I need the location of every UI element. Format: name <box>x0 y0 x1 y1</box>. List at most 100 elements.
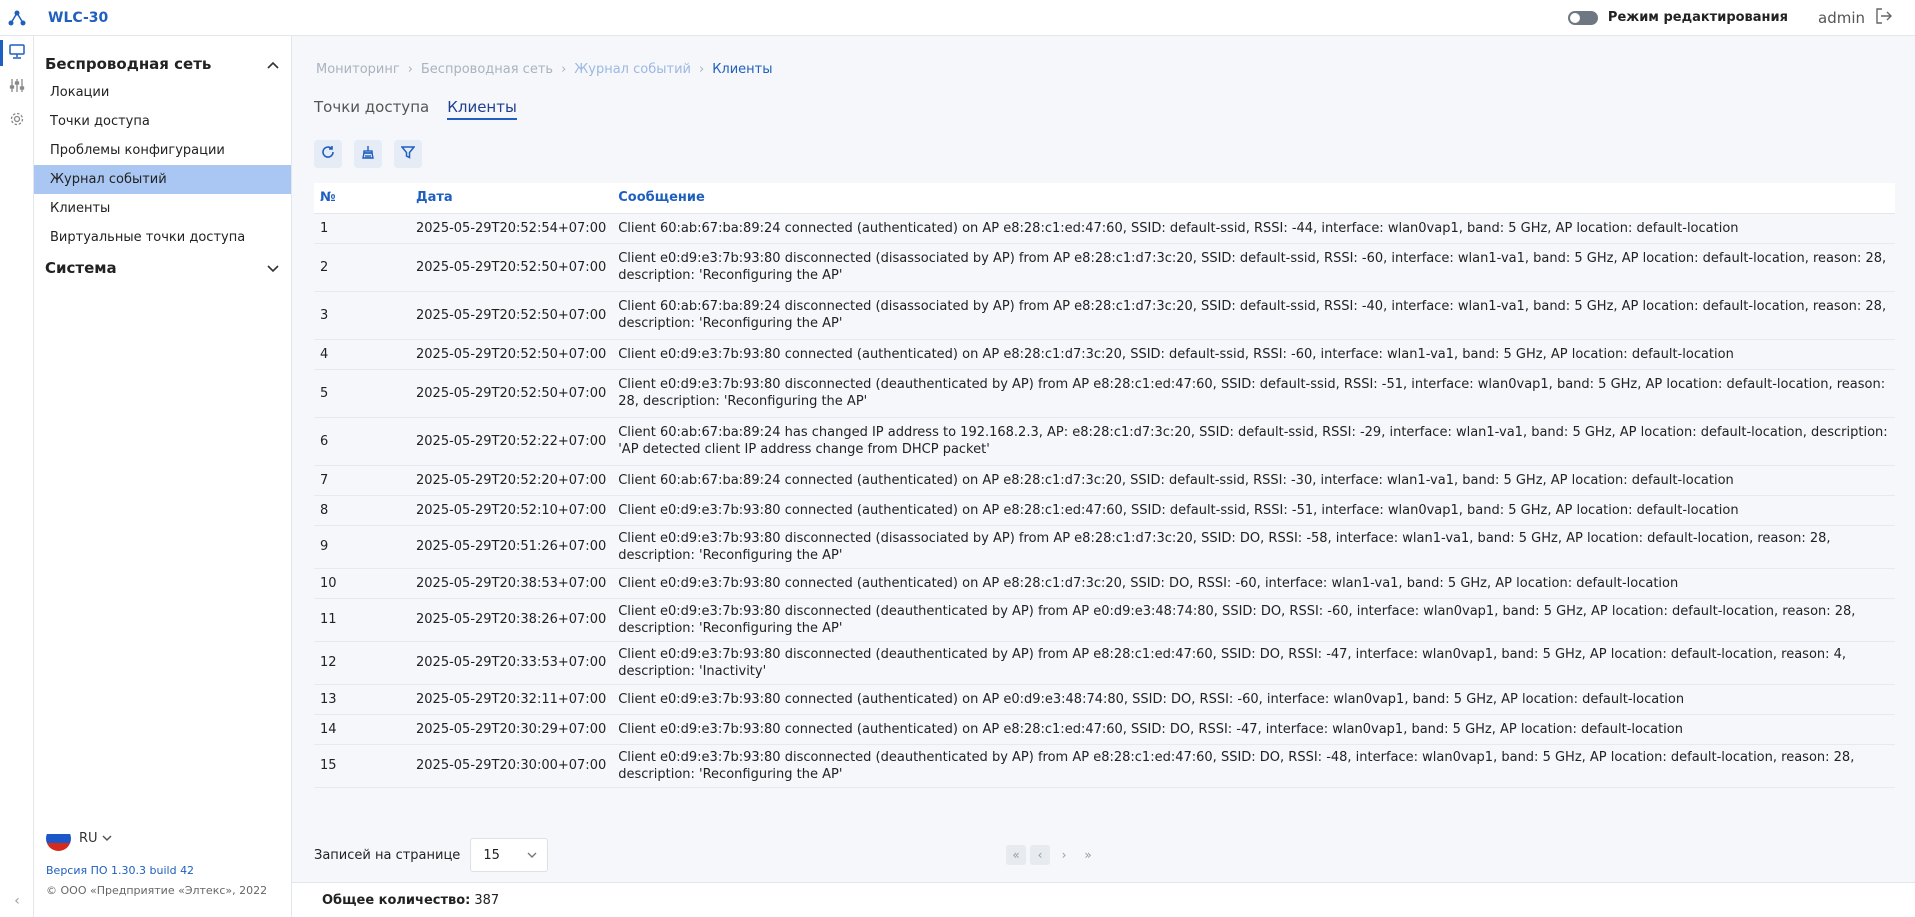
row-date: 2025-05-29T20:52:50+07:00 <box>410 339 613 370</box>
chevron-right-icon: › <box>407 62 413 77</box>
row-number: 8 <box>314 495 410 526</box>
row-date: 2025-05-29T20:30:29+07:00 <box>410 714 613 745</box>
table-row: 9 2025-05-29T20:51:26+07:00 Client e0:d9… <box>314 525 1895 569</box>
collapse-sidebar-icon[interactable]: ‹ <box>0 891 34 911</box>
row-number: 3 <box>314 291 410 340</box>
monitoring-rail-item[interactable] <box>0 36 34 70</box>
tab-clients[interactable]: Клиенты <box>447 98 517 120</box>
refresh-icon <box>321 145 335 163</box>
sidebar-item-access-points[interactable]: Точки доступа <box>34 107 291 136</box>
row-date: 2025-05-29T20:52:50+07:00 <box>410 291 613 340</box>
broom-icon <box>361 145 375 163</box>
breadcrumb-monitoring[interactable]: Мониторинг <box>316 62 400 77</box>
row-message: Client e0:d9:e3:7b:93:80 disconnected (d… <box>612 525 1895 569</box>
table-row: 13 2025-05-29T20:32:11+07:00 Client e0:d… <box>314 684 1895 715</box>
table-row: 6 2025-05-29T20:52:22+07:00 Client 60:ab… <box>314 417 1895 466</box>
sidebar: Беспроводная сеть Локации Точки доступа … <box>34 36 292 917</box>
tab-access-points[interactable]: Точки доступа <box>314 98 429 120</box>
row-message: Client e0:d9:e3:7b:93:80 disconnected (d… <box>612 243 1895 292</box>
row-date: 2025-05-29T20:38:26+07:00 <box>410 598 613 642</box>
total-count-value: 387 <box>474 892 500 908</box>
edit-mode-label: Режим редактирования <box>1607 10 1788 25</box>
language-selector[interactable]: RU <box>46 826 112 851</box>
table-row: 12 2025-05-29T20:33:53+07:00 Client e0:d… <box>314 641 1895 685</box>
next-page-button[interactable]: › <box>1054 845 1074 865</box>
row-date: 2025-05-29T20:32:11+07:00 <box>410 684 613 715</box>
russia-flag-icon <box>46 826 71 851</box>
settings-sliders-rail-item[interactable] <box>0 70 34 104</box>
row-number: 14 <box>314 714 410 745</box>
sidebar-section-wireless[interactable]: Беспроводная сеть <box>34 50 291 78</box>
row-date: 2025-05-29T20:52:22+07:00 <box>410 417 613 466</box>
sidebar-item-event-log[interactable]: Журнал событий <box>34 165 291 194</box>
row-number: 2 <box>314 243 410 292</box>
row-date: 2025-05-29T20:33:53+07:00 <box>410 641 613 685</box>
sidebar-item-virtual-aps[interactable]: Виртуальные точки доступа <box>34 223 291 252</box>
row-date: 2025-05-29T20:38:53+07:00 <box>410 568 613 599</box>
row-message: Client e0:d9:e3:7b:93:80 connected (auth… <box>612 714 1895 745</box>
table-row: 10 2025-05-29T20:38:53+07:00 Client e0:d… <box>314 568 1895 599</box>
logo-icon[interactable] <box>0 0 34 36</box>
row-number: 11 <box>314 598 410 642</box>
firmware-version[interactable]: Версия ПО 1.30.3 build 42 <box>46 864 194 877</box>
logout-icon[interactable] <box>1875 7 1893 28</box>
row-date: 2025-05-29T20:52:54+07:00 <box>410 213 613 244</box>
row-message: Client 60:ab:67:ba:89:24 has changed IP … <box>612 417 1895 466</box>
last-page-button[interactable]: » <box>1078 845 1098 865</box>
row-number: 6 <box>314 417 410 466</box>
events-table: № Дата Сообщение 1 2025-05-29T20:52:54+0… <box>314 183 1895 788</box>
sidebar-item-clients[interactable]: Клиенты <box>34 194 291 223</box>
row-message: Client e0:d9:e3:7b:93:80 connected (auth… <box>612 684 1895 715</box>
breadcrumb-event-log[interactable]: Журнал событий <box>574 62 691 77</box>
clear-log-button[interactable] <box>354 140 382 168</box>
chevron-right-icon: › <box>1061 848 1067 862</box>
row-message: Client e0:d9:e3:7b:93:80 disconnected (d… <box>612 744 1895 788</box>
breadcrumb-wireless[interactable]: Беспроводная сеть <box>421 62 553 77</box>
edit-mode-toggle[interactable] <box>1567 10 1598 25</box>
breadcrumb-clients: Клиенты <box>712 62 773 77</box>
sidebar-item-locations[interactable]: Локации <box>34 78 291 107</box>
tabs: Точки доступа Клиенты <box>314 98 535 120</box>
previous-page-button[interactable]: ‹ <box>1030 845 1050 865</box>
column-header-date[interactable]: Дата <box>410 183 613 214</box>
row-date: 2025-05-29T20:52:50+07:00 <box>410 243 613 292</box>
chevron-right-icon: › <box>698 62 705 77</box>
row-number: 15 <box>314 744 410 788</box>
chevron-down-icon <box>527 848 537 863</box>
sidebar-section-system[interactable]: Система <box>34 254 291 282</box>
column-header-number[interactable]: № <box>314 183 410 214</box>
row-number: 10 <box>314 568 410 599</box>
per-page-value: 15 <box>483 847 500 863</box>
language-code: RU <box>79 831 98 846</box>
column-header-message[interactable]: Сообщение <box>612 183 1895 214</box>
row-number: 12 <box>314 641 410 685</box>
first-page-button[interactable]: « <box>1006 845 1026 865</box>
row-date: 2025-05-29T20:52:50+07:00 <box>410 369 613 418</box>
chevron-down-icon <box>102 831 112 846</box>
sidebar-section-title: Беспроводная сеть <box>45 55 212 73</box>
filter-button[interactable] <box>394 140 422 168</box>
row-message: Client 60:ab:67:ba:89:24 disconnected (d… <box>612 291 1895 340</box>
refresh-button[interactable] <box>314 140 342 168</box>
row-date: 2025-05-29T20:52:20+07:00 <box>410 465 613 496</box>
pagination-row: Записей на странице 15 « ‹ › » <box>314 838 1895 872</box>
gear-icon <box>9 111 25 131</box>
table-row: 5 2025-05-29T20:52:50+07:00 Client e0:d9… <box>314 369 1895 418</box>
copyright: © ООО «Предприятие «Элтекс», 2022 <box>46 884 268 897</box>
row-date: 2025-05-29T20:30:00+07:00 <box>410 744 613 788</box>
user-name: admin <box>1818 8 1865 27</box>
footer: Общее количество: 387 <box>292 882 1915 917</box>
row-message: Client e0:d9:e3:7b:93:80 disconnected (d… <box>612 598 1895 642</box>
main-content: Мониторинг › Беспроводная сеть › Журнал … <box>292 36 1915 917</box>
per-page-select[interactable]: 15 <box>470 838 549 872</box>
system-rail-item[interactable] <box>0 104 34 138</box>
chevron-up-icon <box>267 55 279 73</box>
row-number: 13 <box>314 684 410 715</box>
row-number: 5 <box>314 369 410 418</box>
sidebar-item-config-problems[interactable]: Проблемы конфигурации <box>34 136 291 165</box>
double-chevron-right-icon: » <box>1084 848 1092 862</box>
double-chevron-left-icon: « <box>1012 848 1020 862</box>
row-number: 1 <box>314 213 410 244</box>
monitor-icon <box>9 43 25 63</box>
table-row: 2 2025-05-29T20:52:50+07:00 Client e0:d9… <box>314 243 1895 292</box>
